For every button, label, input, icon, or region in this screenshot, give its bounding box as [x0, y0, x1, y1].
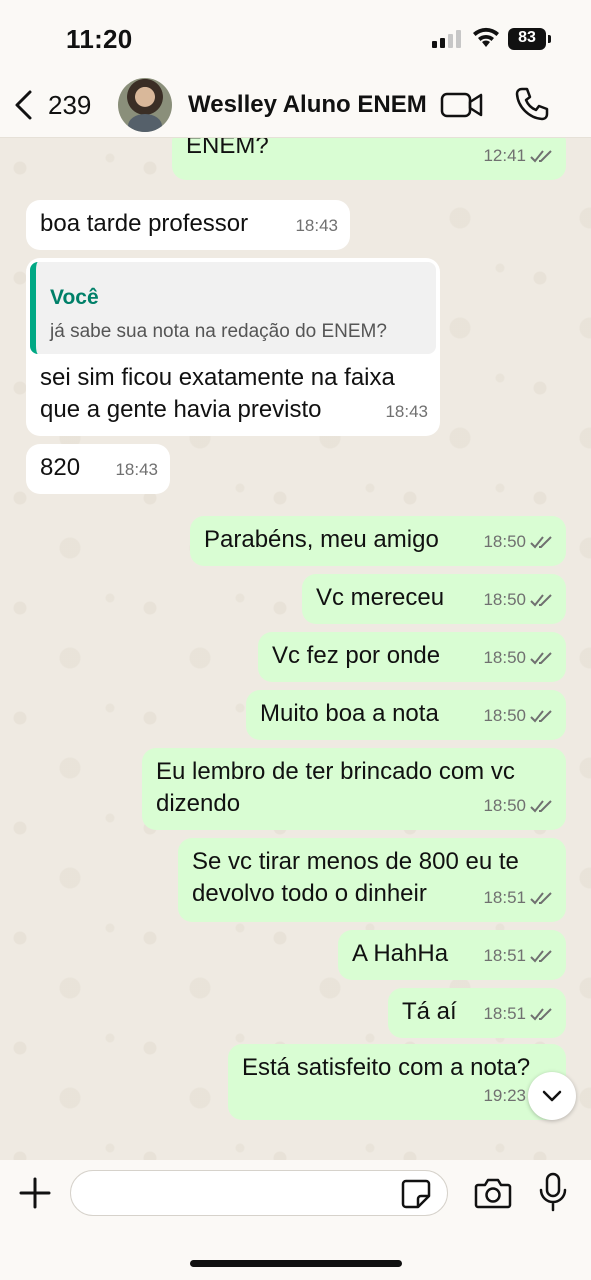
- message-bubble-outgoing[interactable]: Muito boa a nota 18:50: [246, 690, 566, 740]
- contact-avatar[interactable]: [118, 78, 172, 132]
- message-time: 18:43: [115, 460, 158, 479]
- message-bubble-outgoing[interactable]: Parabéns, meu amigo 18:50: [190, 516, 566, 566]
- message-time: 18:50: [483, 648, 526, 667]
- message-time: 18:50: [483, 796, 526, 815]
- status-time: 11:20: [66, 24, 133, 54]
- message-input[interactable]: [70, 1170, 448, 1216]
- message-text-line: sei sim ficou exatamente na faixa: [40, 364, 395, 391]
- quote-author: Você: [50, 286, 99, 309]
- read-check-icon: [530, 150, 552, 163]
- message-text: 820: [40, 454, 81, 481]
- chevron-left-icon: [15, 90, 32, 120]
- home-indicator: [190, 1260, 402, 1267]
- chevron-down-icon: [542, 1090, 562, 1102]
- message-text-line: Se vc tirar menos de 800 eu te: [192, 848, 519, 875]
- plus-icon[interactable]: [18, 1176, 52, 1210]
- message-text: Parabéns, meu amigo: [204, 526, 439, 553]
- chat-header: 239 Weslley Aluno ENEM: [0, 76, 591, 138]
- message-bubble-incoming[interactable]: 820 18:43: [26, 444, 170, 494]
- microphone-icon[interactable]: [538, 1172, 568, 1212]
- message-text: Vc mereceu: [316, 584, 445, 611]
- message-text-line: que a gente havia previsto: [40, 396, 322, 423]
- read-check-icon: [530, 892, 552, 905]
- read-check-icon: [530, 536, 552, 549]
- phone-call-icon[interactable]: [514, 86, 550, 122]
- video-call-icon[interactable]: [440, 90, 484, 120]
- message-time: 18:43: [385, 402, 428, 421]
- scroll-to-bottom-button[interactable]: [528, 1072, 576, 1120]
- message-text: Vc fez por onde: [272, 642, 441, 669]
- read-check-icon: [530, 710, 552, 723]
- chat-area[interactable]: ENEM? 12:41 boa tarde professor 18:43 Vo…: [0, 138, 591, 1160]
- message-time: 18:51: [483, 1004, 526, 1023]
- message-bubble-outgoing[interactable]: Se vc tirar menos de 800 eu te devolvo t…: [178, 838, 566, 922]
- battery-icon: 83: [508, 28, 552, 50]
- message-time: 18:51: [483, 946, 526, 965]
- message-time: 19:23: [483, 1086, 526, 1105]
- message-bubble-incoming[interactable]: boa tarde professor 18:43: [26, 200, 350, 250]
- wifi-icon: [473, 27, 499, 47]
- read-check-icon: [530, 652, 552, 665]
- battery-level: 83: [518, 29, 536, 46]
- back-button[interactable]: 239: [12, 88, 91, 122]
- message-text-line: Eu lembro de ter brincado com vc: [156, 758, 515, 785]
- cellular-signal-icon: [432, 30, 461, 48]
- message-bubble-outgoing[interactable]: Vc mereceu 18:50: [302, 574, 566, 624]
- status-bar: 11:20 83: [0, 0, 591, 76]
- camera-icon[interactable]: [474, 1176, 512, 1210]
- message-bubble-outgoing[interactable]: Tá aí 18:51: [388, 988, 566, 1038]
- message-text: Tá aí: [402, 998, 457, 1025]
- message-bubble-outgoing[interactable]: Vc fez por onde 18:50: [258, 632, 566, 682]
- message-bubble-outgoing[interactable]: A HahHa 18:51: [338, 930, 566, 980]
- message-bubble-outgoing[interactable]: Eu lembro de ter brincado com vc dizendo…: [142, 748, 566, 830]
- message-text: Muito boa a nota: [260, 700, 439, 727]
- message-time: 18:50: [483, 532, 526, 551]
- read-check-icon: [530, 800, 552, 813]
- message-time: 12:41: [483, 146, 526, 165]
- message-time: 18:50: [483, 590, 526, 609]
- read-check-icon: [530, 1008, 552, 1021]
- message-text-line: dizendo: [156, 790, 241, 817]
- message-bubble-outgoing[interactable]: ENEM? 12:41: [172, 138, 566, 180]
- quote-text: já sabe sua nota na redação do ENEM?: [50, 321, 387, 342]
- message-bubble-incoming-reply[interactable]: Você já sabe sua nota na redação do ENEM…: [26, 258, 440, 436]
- message-text: ENEM?: [186, 138, 269, 159]
- quoted-message[interactable]: Você já sabe sua nota na redação do ENEM…: [30, 262, 436, 354]
- message-composer: [0, 1160, 591, 1280]
- message-text: A HahHa: [352, 940, 449, 967]
- message-time: 18:50: [483, 706, 526, 725]
- unread-count: 239: [48, 89, 92, 120]
- message-time: 18:43: [295, 216, 338, 235]
- message-time: 18:51: [483, 888, 526, 907]
- read-check-icon: [530, 950, 552, 963]
- message-text: boa tarde professor: [40, 210, 249, 237]
- message-text-line: devolvo todo o dinheir: [192, 880, 427, 907]
- contact-name[interactable]: Weslley Aluno ENEM: [188, 91, 427, 119]
- message-bubble-outgoing[interactable]: Está satisfeito com a nota? 19:23: [228, 1044, 566, 1120]
- sticker-icon[interactable]: [400, 1178, 432, 1210]
- read-check-icon: [530, 594, 552, 607]
